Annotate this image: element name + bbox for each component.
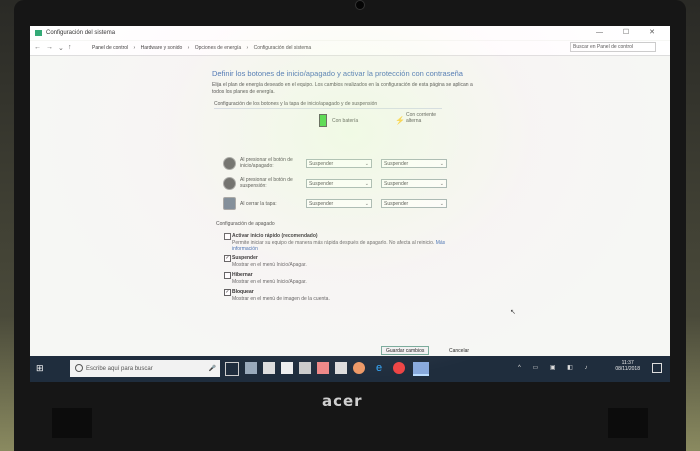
taskbar-search-input[interactable]: Escribe aquí para buscar 🎤 <box>70 360 220 377</box>
file-explorer-icon[interactable] <box>245 362 257 374</box>
hinge-right <box>608 408 648 438</box>
chevron-down-icon: ⌄ <box>364 201 369 207</box>
section-title-shutdown: Configuración de apagado <box>216 221 275 227</box>
app-icon[interactable] <box>317 362 329 374</box>
system-tray-icons[interactable]: ^ ▭ ▣ ◧ ♪ <box>518 364 593 371</box>
webcam <box>355 0 365 10</box>
brand-logo: acer <box>322 392 363 410</box>
column-header-ac: Con corriente alterna <box>406 112 437 124</box>
clock-date: 08/11/2018 <box>615 366 640 372</box>
breadcrumb: Panel de control › Hardware y sonido › O… <box>92 45 315 51</box>
sleep-ac-select[interactable]: Suspender ⌄ <box>381 179 447 188</box>
select-value: Suspender <box>384 181 409 187</box>
sleep-checkbox[interactable]: ✓ <box>224 255 231 262</box>
divider <box>214 108 442 109</box>
window-titlebar: Configuración del sistema — ☐ ✕ <box>30 26 670 40</box>
control-panel-taskbar-icon[interactable] <box>413 362 429 376</box>
lid-battery-select[interactable]: Suspender ⌄ <box>306 199 372 208</box>
mail-icon[interactable] <box>281 362 293 374</box>
lock-option-desc: Mostrar en el menú de imagen de la cuent… <box>232 296 330 302</box>
laptop-screen: Configuración del sistema — ☐ ✕ ← → ⌄ ↑ … <box>30 26 670 382</box>
address-bar: ← → ⌄ ↑ Panel de control › Hardware y so… <box>30 41 670 56</box>
row-label-sleep: Al presionar el botón de suspensión: <box>240 177 293 189</box>
main-content: Definir los botones de inicio/apagado y … <box>30 56 670 352</box>
power-button-icon <box>223 157 236 170</box>
search-input[interactable]: Buscar en Panel de control <box>570 42 656 52</box>
select-value: Suspender <box>309 181 334 187</box>
breadcrumb-separator: › <box>187 45 190 51</box>
control-panel-icon <box>35 30 42 36</box>
breadcrumb-item[interactable]: Panel de control <box>92 45 128 51</box>
select-value: Suspender <box>309 201 334 207</box>
page-title: Definir los botones de inicio/apagado y … <box>212 69 463 78</box>
taskbar: ⊞ Escribe aquí para buscar 🎤 e ^ ▭ ▣ ◧ ♪… <box>30 356 670 382</box>
clock[interactable]: 11:37 08/11/2018 <box>615 360 640 372</box>
breadcrumb-separator: › <box>246 45 249 51</box>
hibernate-option-desc: Mostrar en el menú Inicio/Apagar. <box>232 279 307 285</box>
window-title: Configuración del sistema <box>46 30 116 36</box>
chevron-down-icon: ⌄ <box>439 161 444 167</box>
back-arrow-icon[interactable]: ← <box>34 44 41 51</box>
save-changes-button[interactable]: Guardar cambios <box>381 346 430 355</box>
page-description: Elija el plan de energía deseado en el e… <box>212 82 473 95</box>
chrome-icon[interactable] <box>393 362 405 374</box>
chevron-down-icon: ⌄ <box>364 161 369 167</box>
taskbar-search-placeholder: Escribe aquí para buscar <box>86 366 153 372</box>
recent-chevron-icon[interactable]: ⌄ <box>58 44 64 52</box>
plug-icon: ⚡ <box>395 116 405 125</box>
window-controls[interactable]: — ☐ ✕ <box>596 28 664 36</box>
lock-checkbox[interactable]: ✓ <box>224 289 231 296</box>
notifications-icon[interactable] <box>652 363 662 373</box>
select-value: Suspender <box>309 161 334 167</box>
breadcrumb-separator: › <box>133 45 136 51</box>
breadcrumb-item[interactable]: Opciones de energía <box>195 45 241 51</box>
power-battery-select[interactable]: Suspender ⌄ <box>306 159 372 168</box>
fast-startup-label: Activar inicio rápido (recomendado) <box>232 233 318 239</box>
select-value: Suspender <box>384 201 409 207</box>
fast-startup-checkbox[interactable] <box>224 233 231 240</box>
windows-start-icon[interactable]: ⊞ <box>36 363 44 374</box>
battery-icon <box>319 114 327 127</box>
fast-startup-desc-text: Permite iniciar su equipo de manera más … <box>232 240 435 246</box>
forward-arrow-icon[interactable]: → <box>46 44 53 51</box>
microphone-icon[interactable]: 🎤 <box>209 365 216 372</box>
row-label-lid: Al cerrar la tapa: <box>240 201 277 207</box>
chevron-down-icon: ⌄ <box>364 181 369 187</box>
breadcrumb-item[interactable]: Hardware y sonido <box>141 45 183 51</box>
breadcrumb-item[interactable]: Configuración del sistema <box>254 45 312 51</box>
store-icon[interactable] <box>263 362 275 374</box>
sleep-battery-select[interactable]: Suspender ⌄ <box>306 179 372 188</box>
task-view-icon[interactable] <box>225 362 239 376</box>
lid-ac-select[interactable]: Suspender ⌄ <box>381 199 447 208</box>
sleep-option-desc: Mostrar en el menú Inicio/Apagar. <box>232 262 307 268</box>
hibernate-checkbox[interactable] <box>224 272 231 279</box>
app-icon[interactable] <box>335 362 347 374</box>
column-header-battery: Con batería <box>332 118 359 124</box>
cancel-button[interactable]: Cancelar <box>444 346 474 355</box>
power-ac-select[interactable]: Suspender ⌄ <box>381 159 447 168</box>
section-title-buttons: Configuración de los botones y la tapa d… <box>214 101 378 107</box>
fast-startup-desc: Permite iniciar su equipo de manera más … <box>232 240 462 252</box>
lock-option-label: Bloquear <box>232 289 254 295</box>
hinge-left <box>52 408 92 438</box>
laptop-lid-icon <box>223 197 236 210</box>
mouse-cursor-icon: ↖ <box>510 309 516 316</box>
hibernate-option-label: Hibernar <box>232 272 253 278</box>
select-value: Suspender <box>384 161 409 167</box>
row-label-power: Al presionar el botón de inicio/apagado: <box>240 157 293 169</box>
cortana-icon <box>75 364 83 372</box>
chevron-down-icon: ⌄ <box>439 201 444 207</box>
sleep-option-label: Suspender <box>232 255 258 261</box>
chevron-down-icon: ⌄ <box>439 181 444 187</box>
sleep-button-icon <box>223 177 236 190</box>
firefox-icon[interactable] <box>353 362 365 374</box>
edge-icon[interactable]: e <box>373 362 385 374</box>
up-arrow-icon[interactable]: ↑ <box>68 44 72 51</box>
app-icon[interactable] <box>299 362 311 374</box>
